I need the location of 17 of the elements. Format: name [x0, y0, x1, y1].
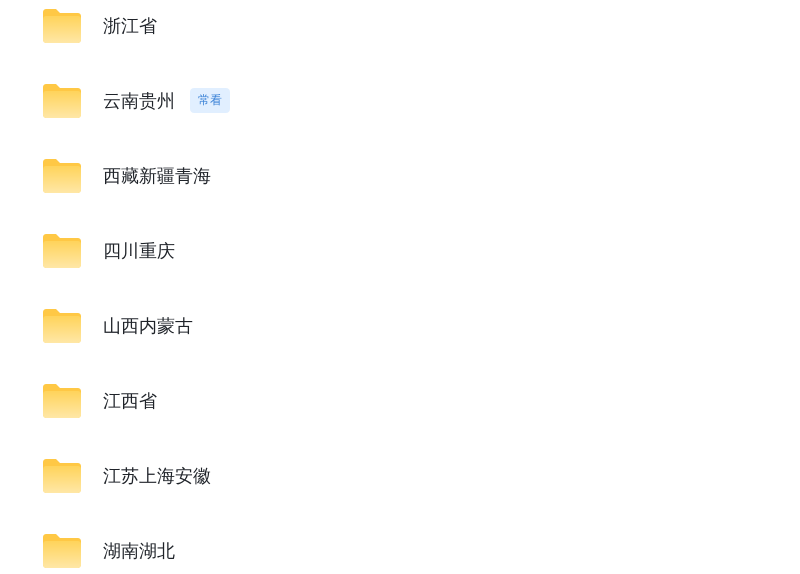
folder-icon — [43, 458, 81, 492]
folder-name[interactable]: 西藏新疆青海 — [103, 164, 211, 188]
folder-name[interactable]: 江西省 — [103, 388, 157, 412]
folder-icon — [43, 8, 81, 42]
folder-name[interactable]: 浙江省 — [103, 14, 157, 38]
folder-name[interactable]: 四川重庆 — [103, 238, 175, 262]
folder-icon — [43, 308, 81, 342]
folder-icon — [43, 234, 81, 268]
folder-name[interactable]: 云南贵州 — [103, 88, 175, 112]
folder-icon — [43, 84, 81, 118]
tag-label: 常看 — [190, 88, 230, 113]
folder-icon — [43, 384, 81, 418]
folder-name[interactable]: 江苏上海安徽 — [103, 464, 211, 488]
folder-name[interactable]: 湖南湖北 — [103, 538, 175, 562]
folder-icon — [43, 534, 81, 568]
folder-name[interactable]: 山西内蒙古 — [103, 314, 193, 338]
folder-icon — [43, 158, 81, 192]
